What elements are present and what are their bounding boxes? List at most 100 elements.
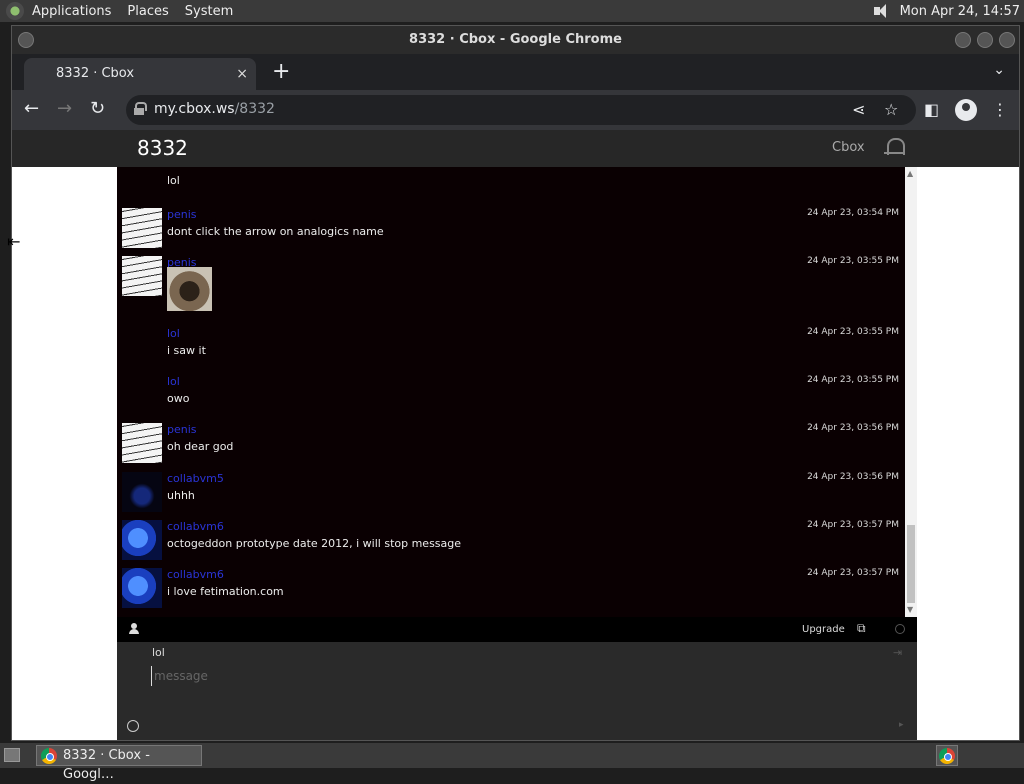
taskbar-window-button[interactable]: 8332 · Cbox - Googl… [36, 745, 202, 782]
message-timestamp: 24 Apr 23, 03:54 PM [807, 208, 899, 218]
message-username[interactable]: lol [167, 375, 180, 388]
notification-bell-icon[interactable] [884, 136, 906, 160]
back-arrow-icon[interactable]: ← [24, 98, 39, 120]
message-timestamp: 24 Apr 23, 03:55 PM [807, 375, 899, 385]
list-item: penis 24 Apr 23, 03:55 PM [117, 256, 905, 326]
window-menu-icon[interactable] [18, 32, 34, 48]
page-title: 8332 [137, 136, 188, 160]
list-item: penis 24 Apr 23, 03:54 PM dont click the… [117, 208, 905, 256]
panel-menu-applications[interactable]: Applications [32, 4, 111, 19]
message-timestamp: 24 Apr 23, 03:56 PM [807, 423, 899, 433]
more-menu-icon[interactable]: ⋮ [992, 100, 1008, 119]
distro-logo-icon[interactable] [6, 2, 24, 20]
bottom-taskbar: 8332 · Cbox - Googl… [0, 743, 1024, 782]
message-composer: lol ⇥ ▸ [117, 642, 917, 740]
avatar[interactable] [122, 472, 162, 512]
avatar[interactable] [122, 423, 162, 463]
message-timestamp: 24 Apr 23, 03:57 PM [807, 520, 899, 530]
external-link-icon[interactable]: ⧉ [857, 621, 866, 636]
avatar[interactable] [122, 256, 162, 296]
list-item: lol [117, 167, 905, 201]
tab-close-icon[interactable]: × [236, 58, 248, 90]
message-timestamp: 24 Apr 23, 03:55 PM [807, 256, 899, 266]
emoji-smile-icon[interactable] [127, 720, 139, 732]
upgrade-link[interactable]: Upgrade [802, 624, 845, 635]
volume-icon[interactable] [872, 2, 892, 20]
list-item: lol 24 Apr 23, 03:55 PM owo [117, 375, 905, 423]
chat-statusbar: Upgrade ⧉ [117, 617, 917, 642]
message-text: lol [167, 174, 180, 187]
send-arrow-icon[interactable]: ▸ [899, 720, 904, 730]
mouse-cursor-icon: ⇤ [7, 232, 21, 251]
window-titlebar: 8332 · Cbox - Google Chrome [12, 26, 1019, 54]
name-field[interactable]: lol [152, 646, 165, 659]
close-window-icon[interactable] [999, 32, 1015, 48]
bookmark-star-icon[interactable]: ☆ [884, 100, 898, 119]
page-viewport: 8332 Cbox lol penis 24 Apr 23, 03:54 PM … [12, 130, 1019, 740]
tab-search-chevron-down-icon[interactable]: ⌄ [993, 62, 1005, 78]
scroll-down-icon[interactable]: ▼ [907, 605, 913, 614]
message-username[interactable]: collabvm5 [167, 472, 224, 485]
list-item: penis 24 Apr 23, 03:56 PM oh dear god [117, 423, 905, 471]
message-list: lol penis 24 Apr 23, 03:54 PM dont click… [117, 167, 905, 617]
avatar[interactable] [122, 520, 162, 560]
browser-toolbar: ← → ↻ my.cbox.ws/8332 ⋖ ☆ ◧ ⋮ [12, 90, 1019, 130]
message-text: i love fetimation.com [167, 585, 284, 598]
message-username[interactable]: collabvm6 [167, 568, 224, 581]
list-item: collabvm6 24 Apr 23, 03:57 PM octogeddon… [117, 520, 905, 568]
message-text: oh dear god [167, 440, 234, 453]
show-desktop-icon[interactable] [4, 748, 20, 762]
url-text[interactable]: my.cbox.ws/8332 [154, 101, 275, 117]
message-image[interactable] [167, 267, 212, 311]
tray-chrome-button[interactable] [936, 745, 958, 766]
tab-strip: 8332 · Cbox × + ⌄ [12, 54, 1019, 90]
message-text: octogeddon prototype date 2012, i will s… [167, 537, 462, 550]
avatar[interactable] [122, 208, 162, 248]
browser-window: 8332 · Cbox - Google Chrome 8332 · Cbox … [11, 25, 1020, 741]
list-item: collabvm6 24 Apr 23, 03:57 PM i love fet… [117, 568, 905, 616]
status-circle-icon[interactable] [895, 624, 905, 634]
reload-icon[interactable]: ↻ [90, 98, 105, 120]
message-timestamp: 24 Apr 23, 03:57 PM [807, 568, 899, 578]
message-input[interactable] [151, 666, 851, 686]
message-timestamp: 24 Apr 23, 03:56 PM [807, 472, 899, 482]
login-icon[interactable]: ⇥ [893, 646, 902, 659]
site-header: 8332 Cbox [12, 130, 1019, 167]
profile-avatar-icon[interactable] [955, 99, 977, 121]
tab-active[interactable]: 8332 · Cbox × [24, 58, 256, 90]
tab-title: 8332 · Cbox [56, 66, 135, 81]
scrollbar-thumb[interactable] [907, 525, 915, 603]
message-text: i saw it [167, 344, 206, 357]
scroll-up-icon[interactable]: ▲ [907, 169, 913, 178]
message-username[interactable]: collabvm6 [167, 520, 224, 533]
message-username[interactable]: penis [167, 423, 197, 436]
chatbox: lol penis 24 Apr 23, 03:54 PM dont click… [117, 167, 917, 740]
panel-clock[interactable]: Mon Apr 24, 14:57 [900, 4, 1020, 19]
new-tab-button[interactable]: + [272, 58, 290, 86]
cbox-link[interactable]: Cbox [832, 140, 865, 155]
forward-arrow-icon[interactable]: → [57, 98, 72, 120]
message-username[interactable]: lol [167, 327, 180, 340]
lock-icon[interactable] [134, 102, 147, 115]
message-text: uhhh [167, 489, 195, 502]
message-timestamp: 24 Apr 23, 03:55 PM [807, 327, 899, 337]
list-item: lol 24 Apr 23, 03:55 PM i saw it [117, 327, 905, 375]
panel-menu-places[interactable]: Places [127, 4, 168, 19]
user-icon[interactable] [129, 623, 139, 635]
list-item: collabvm5 24 Apr 23, 03:56 PM uhhh [117, 472, 905, 520]
side-panel-icon[interactable]: ◧ [924, 100, 939, 119]
avatar[interactable] [122, 568, 162, 608]
window-title: 8332 · Cbox - Google Chrome [409, 32, 622, 47]
tray-chrome-icon [939, 748, 955, 764]
chrome-icon [41, 748, 57, 764]
top-panel: Applications Places System Mon Apr 24, 1… [0, 0, 1024, 22]
taskbar-window-label: 8332 · Cbox - Googl… [63, 748, 150, 782]
message-username[interactable]: penis [167, 208, 197, 221]
message-text: dont click the arrow on analogics name [167, 225, 384, 238]
share-icon[interactable]: ⋖ [852, 100, 865, 119]
minimize-icon[interactable] [955, 32, 971, 48]
message-scrollbar[interactable]: ▲ ▼ [905, 167, 917, 617]
message-text: owo [167, 392, 190, 405]
panel-menu-system[interactable]: System [185, 4, 233, 19]
maximize-icon[interactable] [977, 32, 993, 48]
